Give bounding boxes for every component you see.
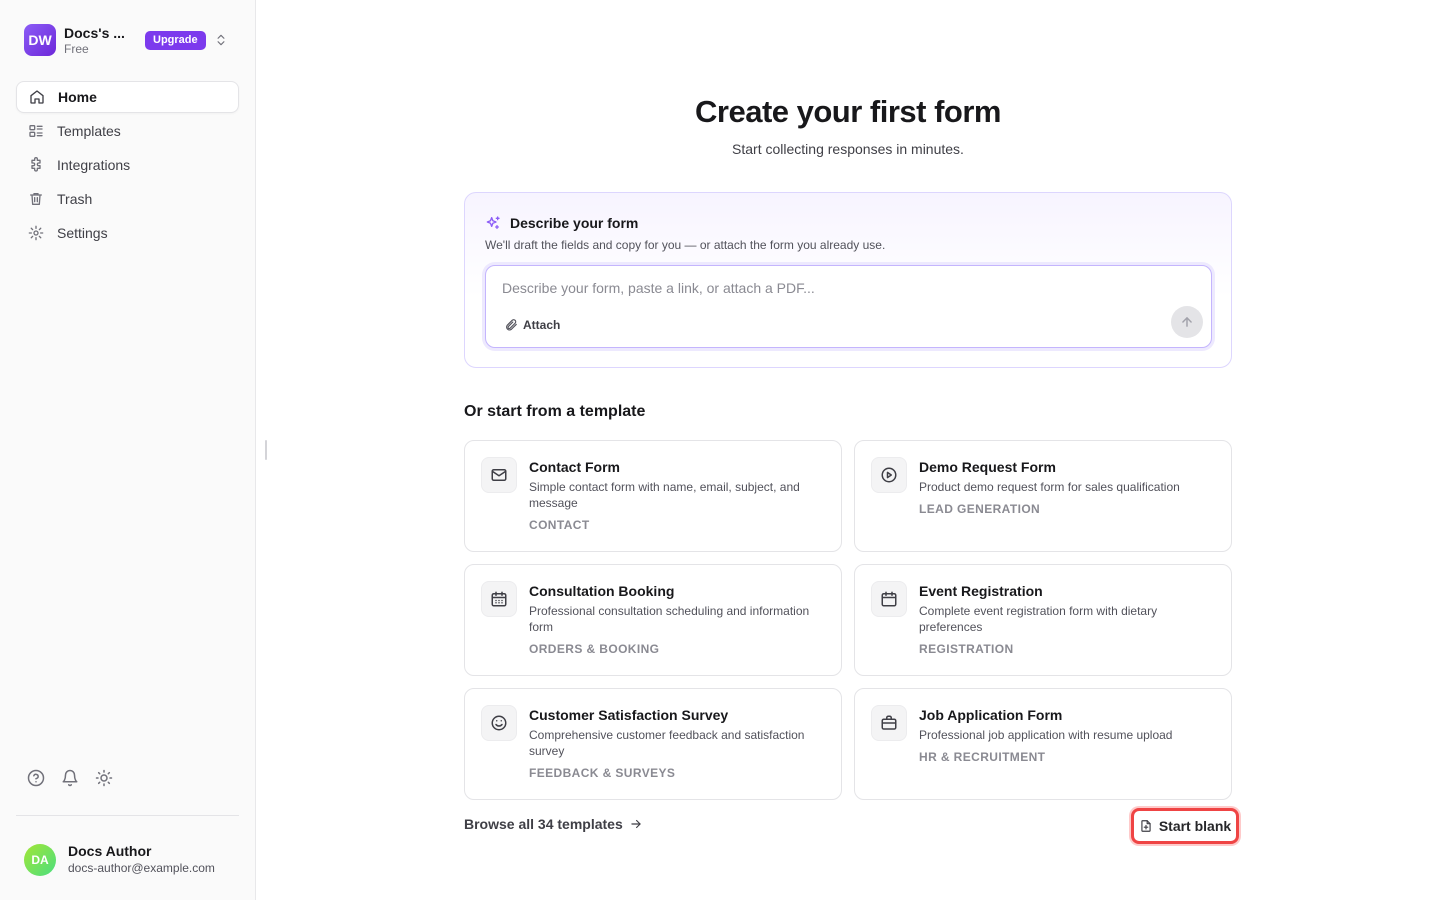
page-subtitle: Start collecting responses in minutes. — [732, 141, 964, 157]
describe-header: Describe your form — [485, 215, 638, 231]
template-title: Event Registration — [919, 583, 1043, 599]
calendar-days-icon — [481, 581, 517, 617]
template-card-job-application-form[interactable]: Job Application Form Professional job ap… — [854, 688, 1232, 800]
puzzle-icon — [31, 157, 41, 172]
template-description: Professional job application with resume… — [919, 728, 1173, 742]
sidebar-divider — [16, 815, 239, 816]
template-description: Complete event registration form with di… — [919, 604, 1158, 634]
sidebar-item-label: Trash — [57, 191, 93, 207]
template-category: HR & RECRUITMENT — [919, 750, 1046, 764]
arrow-up-icon — [1182, 317, 1192, 327]
template-card-consultation-booking[interactable]: Consultation Booking Professional consul… — [464, 564, 842, 676]
template-title: Consultation Booking — [529, 583, 675, 599]
sun-icon[interactable] — [95, 769, 113, 787]
home-icon — [30, 90, 44, 104]
workspace-info: Docs's ... Free — [64, 24, 140, 56]
template-card-body: Consultation Booking Professional consul… — [529, 582, 829, 656]
describe-subtitle: We'll draft the fields and copy for you … — [485, 238, 886, 252]
workspace-avatar: DW — [24, 24, 56, 56]
user-profile[interactable]: DA Docs Author docs-author@example.com — [24, 843, 215, 876]
template-card-demo-request-form[interactable]: Demo Request Form Product demo request f… — [854, 440, 1232, 552]
sidebar-item-settings[interactable]: Settings — [16, 217, 239, 249]
prompt-box: Attach — [485, 265, 1212, 348]
user-info: Docs Author docs-author@example.com — [68, 843, 215, 876]
calendar-icon — [871, 581, 907, 617]
template-description: Product demo request form for sales qual… — [919, 480, 1180, 494]
arrow-right-icon — [631, 819, 641, 829]
avatar: DA — [24, 843, 56, 876]
template-card-body: Job Application Form Professional job ap… — [919, 706, 1219, 764]
bell-icon[interactable] — [61, 769, 79, 787]
template-description: Comprehensive customer feedback and sati… — [529, 728, 805, 758]
briefcase-icon — [871, 705, 907, 741]
template-grid: Contact Form Simple contact form with na… — [464, 440, 1232, 800]
chevron-up-down-icon[interactable] — [214, 33, 228, 47]
template-card-body: Event Registration Complete event regist… — [919, 582, 1219, 656]
template-title: Customer Satisfaction Survey — [529, 707, 729, 723]
sparkles-icon — [486, 216, 500, 229]
template-card-customer-satisfaction-survey[interactable]: Customer Satisfaction Survey Comprehensi… — [464, 688, 842, 800]
describe-form-panel: Describe your form We'll draft the field… — [464, 192, 1232, 368]
template-category: FEEDBACK & SURVEYS — [529, 766, 676, 780]
sidebar-item-label: Integrations — [57, 157, 131, 173]
templates-section-title: Or start from a template — [464, 403, 646, 420]
template-card-body: Contact Form Simple contact form with na… — [529, 458, 829, 532]
workspace-name: Docs's ... — [64, 25, 125, 41]
start-blank-label: Start blank — [1158, 818, 1232, 834]
template-category: LEAD GENERATION — [919, 502, 1041, 516]
template-category: CONTACT — [529, 518, 590, 532]
upgrade-button[interactable]: Upgrade — [145, 30, 206, 50]
trash-icon — [30, 193, 42, 205]
template-category: ORDERS & BOOKING — [529, 642, 660, 656]
file-plus-icon — [1141, 820, 1151, 832]
page-title: Create your first form — [695, 94, 1001, 129]
browse-templates-link[interactable]: Browse all 34 templates — [464, 816, 643, 832]
template-card-contact-form[interactable]: Contact Form Simple contact form with na… — [464, 440, 842, 552]
template-description: Professional consultation scheduling and… — [529, 604, 810, 634]
sidebar-nav: Home Templates Integrations Trash Settin… — [16, 81, 239, 251]
describe-title: Describe your form — [510, 215, 639, 231]
workspace-switcher[interactable]: DW Docs's ... Free Upgrade — [16, 20, 240, 60]
user-email: docs-author@example.com — [68, 861, 215, 875]
template-card-body: Demo Request Form Product demo request f… — [919, 458, 1219, 516]
templates-icon — [29, 125, 43, 137]
play-circle-icon — [871, 457, 907, 493]
smile-icon — [481, 705, 517, 741]
template-category: REGISTRATION — [919, 642, 1014, 656]
attach-label: Attach — [523, 318, 561, 332]
template-card-body: Customer Satisfaction Survey Comprehensi… — [529, 706, 829, 780]
mail-icon — [481, 457, 517, 493]
template-title: Demo Request Form — [919, 459, 1056, 475]
template-card-event-registration[interactable]: Event Registration Complete event regist… — [854, 564, 1232, 676]
sidebar-item-trash[interactable]: Trash — [16, 183, 239, 215]
browse-templates-label: Browse all 34 templates — [464, 816, 623, 832]
sidebar-item-templates[interactable]: Templates — [16, 115, 239, 147]
sidebar-item-integrations[interactable]: Integrations — [16, 149, 239, 181]
main-content: Create your first form Start collecting … — [256, 0, 1440, 900]
sidebar-item-label: Settings — [57, 225, 108, 241]
gear-icon — [28, 225, 44, 241]
workspace-plan: Free — [64, 42, 89, 56]
attach-button[interactable]: Attach — [504, 318, 560, 332]
sidebar: DW Docs's ... Free Upgrade Home Template… — [0, 0, 256, 900]
sidebar-item-label: Home — [58, 89, 97, 105]
help-icon[interactable] — [27, 769, 45, 787]
template-description: Simple contact form with name, email, su… — [529, 480, 800, 510]
user-name: Docs Author — [68, 843, 152, 859]
template-title: Job Application Form — [919, 707, 1063, 723]
paperclip-icon — [506, 319, 517, 331]
start-blank-button[interactable]: Start blank — [1131, 808, 1239, 844]
describe-input[interactable] — [502, 280, 1142, 296]
sidebar-footer-actions — [27, 769, 113, 787]
sidebar-item-home[interactable]: Home — [16, 81, 239, 113]
submit-button[interactable] — [1171, 306, 1203, 338]
sidebar-item-label: Templates — [57, 123, 121, 139]
template-title: Contact Form — [529, 459, 620, 475]
